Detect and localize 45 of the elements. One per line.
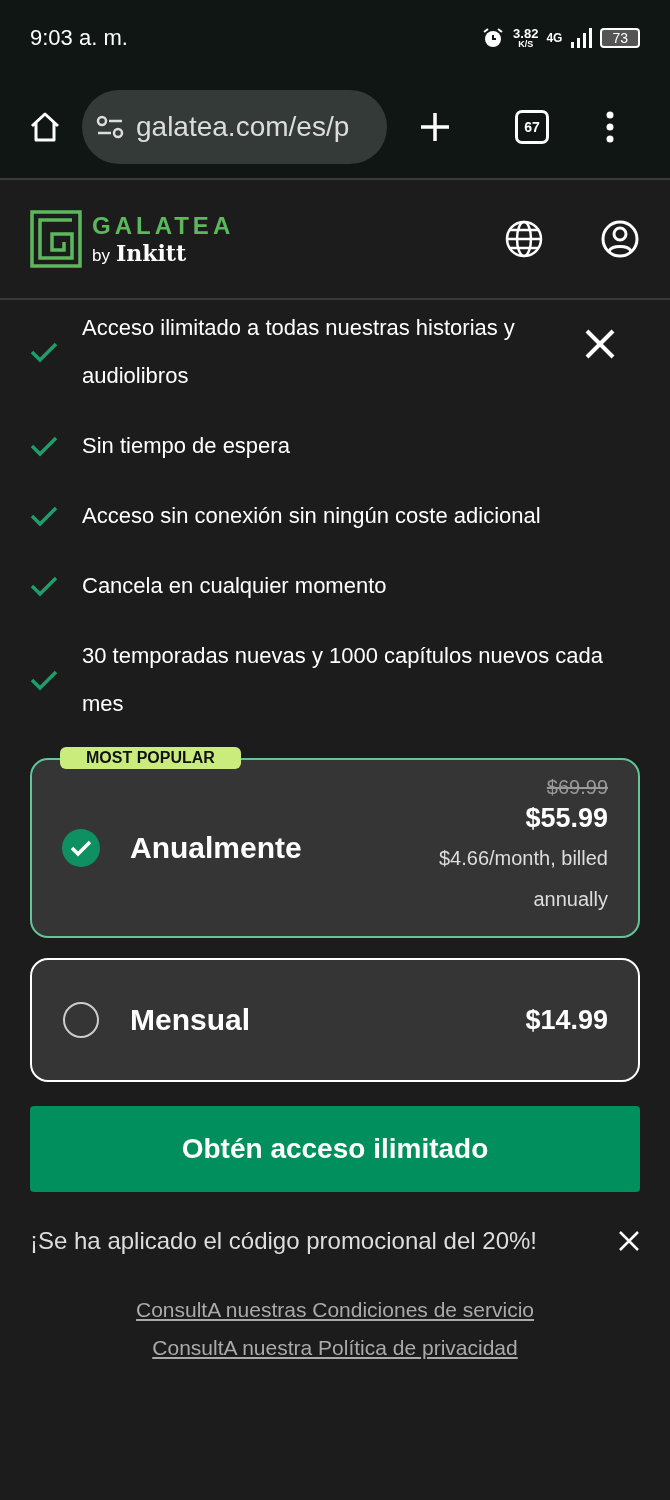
logo-icon xyxy=(30,210,82,268)
check-icon xyxy=(30,505,58,527)
check-icon xyxy=(30,435,58,457)
by-text: by xyxy=(92,246,110,266)
speed-unit: K/S xyxy=(518,40,534,49)
plan-name: Anualmente xyxy=(130,831,302,865)
radio-icon xyxy=(62,1001,100,1039)
promo-text: ¡Se ha aplicado el código promocional del 20%! xyxy=(30,1226,537,1256)
feature-text: Acceso sin conexión sin ningún coste adicional xyxy=(82,502,541,530)
feature-text: Cancela en cualquier momento xyxy=(82,572,387,600)
cta-button[interactable]: Obtén acceso ilimitado xyxy=(30,1106,640,1192)
check-icon xyxy=(30,575,58,597)
feature-text: Sin tiempo de espera xyxy=(82,432,290,460)
feature-text: 30 temporadas nuevas y 1000 capítulos nuevos cada mes xyxy=(82,642,605,718)
old-price: $69.99 xyxy=(546,776,608,799)
popular-badge: MOST POPULAR xyxy=(60,747,241,769)
menu-icon[interactable] xyxy=(605,111,615,143)
selected-check-icon xyxy=(62,829,100,867)
legal-link[interactable]: ConsultA nuestra Política de privacidad xyxy=(152,1336,518,1360)
home-icon[interactable] xyxy=(28,110,62,144)
plus-icon[interactable] xyxy=(419,111,451,143)
signal-icon xyxy=(570,28,593,48)
close-icon[interactable] xyxy=(618,1230,640,1252)
network-speed: 3.82 xyxy=(513,27,539,40)
plan-price: $55.99 xyxy=(525,803,608,834)
check-icon xyxy=(30,669,58,691)
profile-icon[interactable] xyxy=(600,219,640,259)
brand-name: GALATEA xyxy=(92,212,235,240)
legal-link[interactable]: ConsultA nuestras Condiciones de servicio xyxy=(135,1298,534,1322)
plan-card[interactable]: Mensual $14.99 xyxy=(30,958,640,1082)
globe-icon[interactable] xyxy=(504,219,544,259)
url-text: galatea.com/es/p xyxy=(136,111,350,143)
feature-text: Acceso ilimitado a todas nuestras historias y audiolibros xyxy=(82,314,516,390)
plan-name: Mensual xyxy=(130,1003,251,1037)
network-type: 4G xyxy=(546,31,563,45)
partner-name: Inkitt xyxy=(115,240,187,266)
check-icon xyxy=(30,341,58,363)
battery-indicator: 73 xyxy=(600,28,640,48)
billing-note: $4.66/month, billed annually xyxy=(438,846,608,912)
close-icon[interactable] xyxy=(584,328,616,360)
address-bar[interactable]: galatea.com/es/p xyxy=(82,90,387,164)
status-time: 9:03 a. m. xyxy=(30,25,128,51)
tab-count[interactable]: 67 xyxy=(515,110,549,144)
site-settings-icon[interactable] xyxy=(96,115,124,139)
plan-price: $14.99 xyxy=(525,1004,608,1036)
